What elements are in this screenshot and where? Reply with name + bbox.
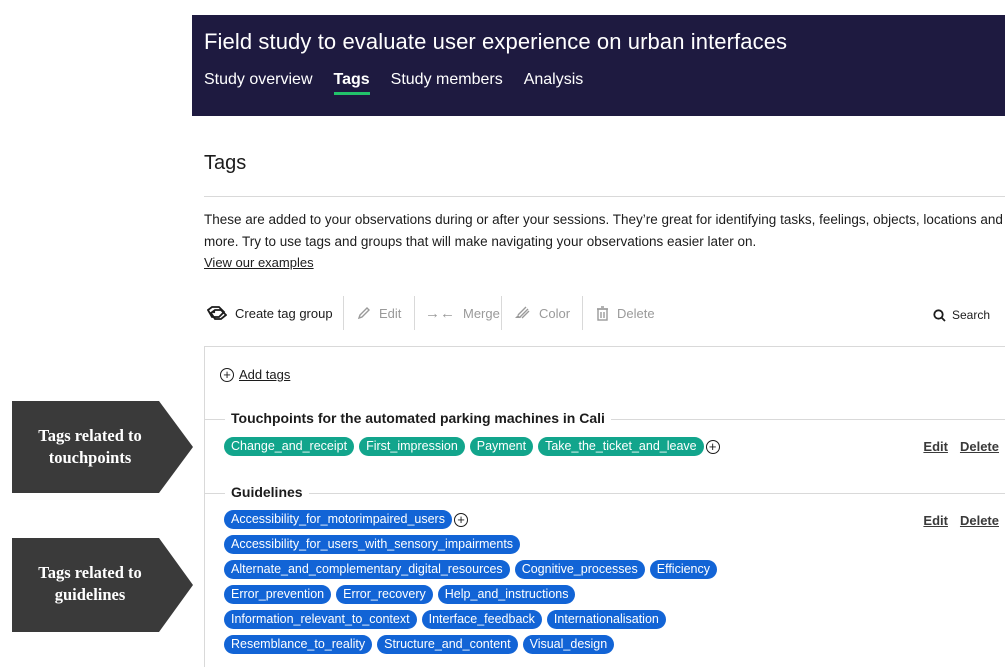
- tag-chip[interactable]: Accessibility_for_users_with_sensory_imp…: [224, 535, 521, 554]
- annotation-text: Tags related to touchpoints: [38, 426, 142, 467]
- annotation-touchpoints: Tags related to touchpoints: [12, 401, 193, 493]
- color-label: Color: [539, 305, 571, 321]
- toolbar-divider: [501, 296, 502, 330]
- annotation-guidelines: Tags related to guidelines: [12, 538, 193, 632]
- create-tag-group-label: Create tag group: [235, 305, 333, 321]
- tab-tags[interactable]: Tags: [333, 71, 370, 95]
- study-header: Field study to evaluate user experience …: [192, 15, 1005, 116]
- tag-row: Error_prevention Error_recovery Help_and…: [224, 585, 576, 604]
- add-tag-to-group-icon[interactable]: +: [453, 512, 468, 527]
- tag-chip[interactable]: Payment: [469, 437, 534, 456]
- group-edit-link[interactable]: Edit: [923, 513, 948, 528]
- tag-chip[interactable]: Cognitive_processes: [514, 560, 645, 579]
- merge-label: Merge: [463, 305, 500, 321]
- study-tabs: Study overview Tags Study members Analys…: [204, 71, 584, 95]
- toolbar-divider: [414, 296, 415, 330]
- tab-study-overview[interactable]: Study overview: [204, 71, 313, 89]
- search-button[interactable]: Search: [933, 298, 990, 332]
- tags-panel: + Add tags Touchpoints for the automated…: [204, 346, 1005, 667]
- trash-icon: [597, 305, 608, 321]
- tag-chip[interactable]: First_impression: [359, 437, 465, 456]
- delete-label: Delete: [617, 305, 655, 321]
- tag-chip[interactable]: Structure_and_content: [377, 635, 518, 654]
- tag-chip[interactable]: Internationalisation: [546, 610, 666, 629]
- tag-row: Change_and_receipt First_impression Paym…: [224, 437, 720, 456]
- tag-chip[interactable]: Change_and_receipt: [224, 437, 355, 456]
- tags-description: These are added to your observations dur…: [204, 212, 1003, 249]
- tag-chip[interactable]: Resemblance_to_reality: [224, 635, 373, 654]
- tab-study-members[interactable]: Study members: [391, 71, 503, 89]
- tag-chip[interactable]: Error_recovery: [336, 585, 433, 604]
- delete-button[interactable]: Delete: [596, 296, 655, 330]
- tag-row: Accessibility_for_users_with_sensory_imp…: [224, 535, 521, 554]
- tab-analysis[interactable]: Analysis: [524, 71, 584, 89]
- tag-chip[interactable]: Error_prevention: [224, 585, 332, 604]
- tag-chip[interactable]: Help_and_instructions: [437, 585, 576, 604]
- create-tag-group-button[interactable]: Create tag group: [207, 296, 333, 330]
- tag-row: Resemblance_to_reality Structure_and_con…: [224, 635, 615, 654]
- color-button[interactable]: Color: [513, 296, 570, 330]
- study-title: Field study to evaluate user experience …: [204, 29, 788, 54]
- tag-chip[interactable]: Take_the_ticket_and_leave: [538, 437, 704, 456]
- group-actions: Edit Delete: [923, 439, 999, 454]
- group-divider: [205, 493, 1005, 494]
- group-delete-link[interactable]: Delete: [960, 439, 999, 454]
- divider: [204, 196, 1005, 197]
- plus-circle-icon: +: [220, 367, 234, 382]
- tag-row: Accessibility_for_motorimpaired_users +: [224, 510, 468, 529]
- edit-button[interactable]: Edit: [357, 296, 401, 330]
- tag-group-title: Touchpoints for the automated parking ma…: [225, 410, 611, 426]
- view-examples-link[interactable]: View our examples: [204, 255, 314, 270]
- merge-icon: →←: [425, 304, 455, 322]
- add-tags-button[interactable]: + Add tags: [220, 367, 290, 382]
- annotation-text: Tags related to guidelines: [38, 563, 142, 604]
- tag-group-title: Guidelines: [225, 484, 309, 500]
- edit-label: Edit: [379, 305, 402, 321]
- tag-chip[interactable]: Visual_design: [522, 635, 615, 654]
- add-tags-label: Add tags: [239, 367, 291, 382]
- group-actions: Edit Delete: [923, 513, 999, 528]
- merge-button[interactable]: →← Merge: [425, 296, 500, 330]
- tag-chip[interactable]: Accessibility_for_motorimpaired_users: [224, 510, 452, 529]
- tag-row: Information_relevant_to_context Interfac…: [224, 610, 666, 629]
- toolbar-divider: [582, 296, 583, 330]
- search-icon: [933, 308, 946, 322]
- tags-icon: [207, 306, 227, 320]
- tag-chip[interactable]: Alternate_and_complementary_digital_reso…: [224, 560, 510, 579]
- add-tag-to-group-icon[interactable]: +: [705, 439, 720, 454]
- group-delete-link[interactable]: Delete: [960, 513, 999, 528]
- brush-icon: [515, 306, 530, 319]
- pencil-icon: [357, 307, 370, 320]
- tag-chip[interactable]: Interface_feedback: [421, 610, 542, 629]
- group-edit-link[interactable]: Edit: [923, 439, 948, 454]
- toolbar-divider: [343, 296, 344, 330]
- tag-row: Alternate_and_complementary_digital_reso…: [224, 560, 717, 579]
- page-title: Tags: [204, 152, 247, 174]
- tag-chip[interactable]: Information_relevant_to_context: [224, 610, 417, 629]
- tag-toolbar: Create tag group Edit →← Merge Color Del…: [204, 296, 1005, 330]
- tag-chip[interactable]: Efficiency: [649, 560, 717, 579]
- search-label: Search: [951, 308, 990, 322]
